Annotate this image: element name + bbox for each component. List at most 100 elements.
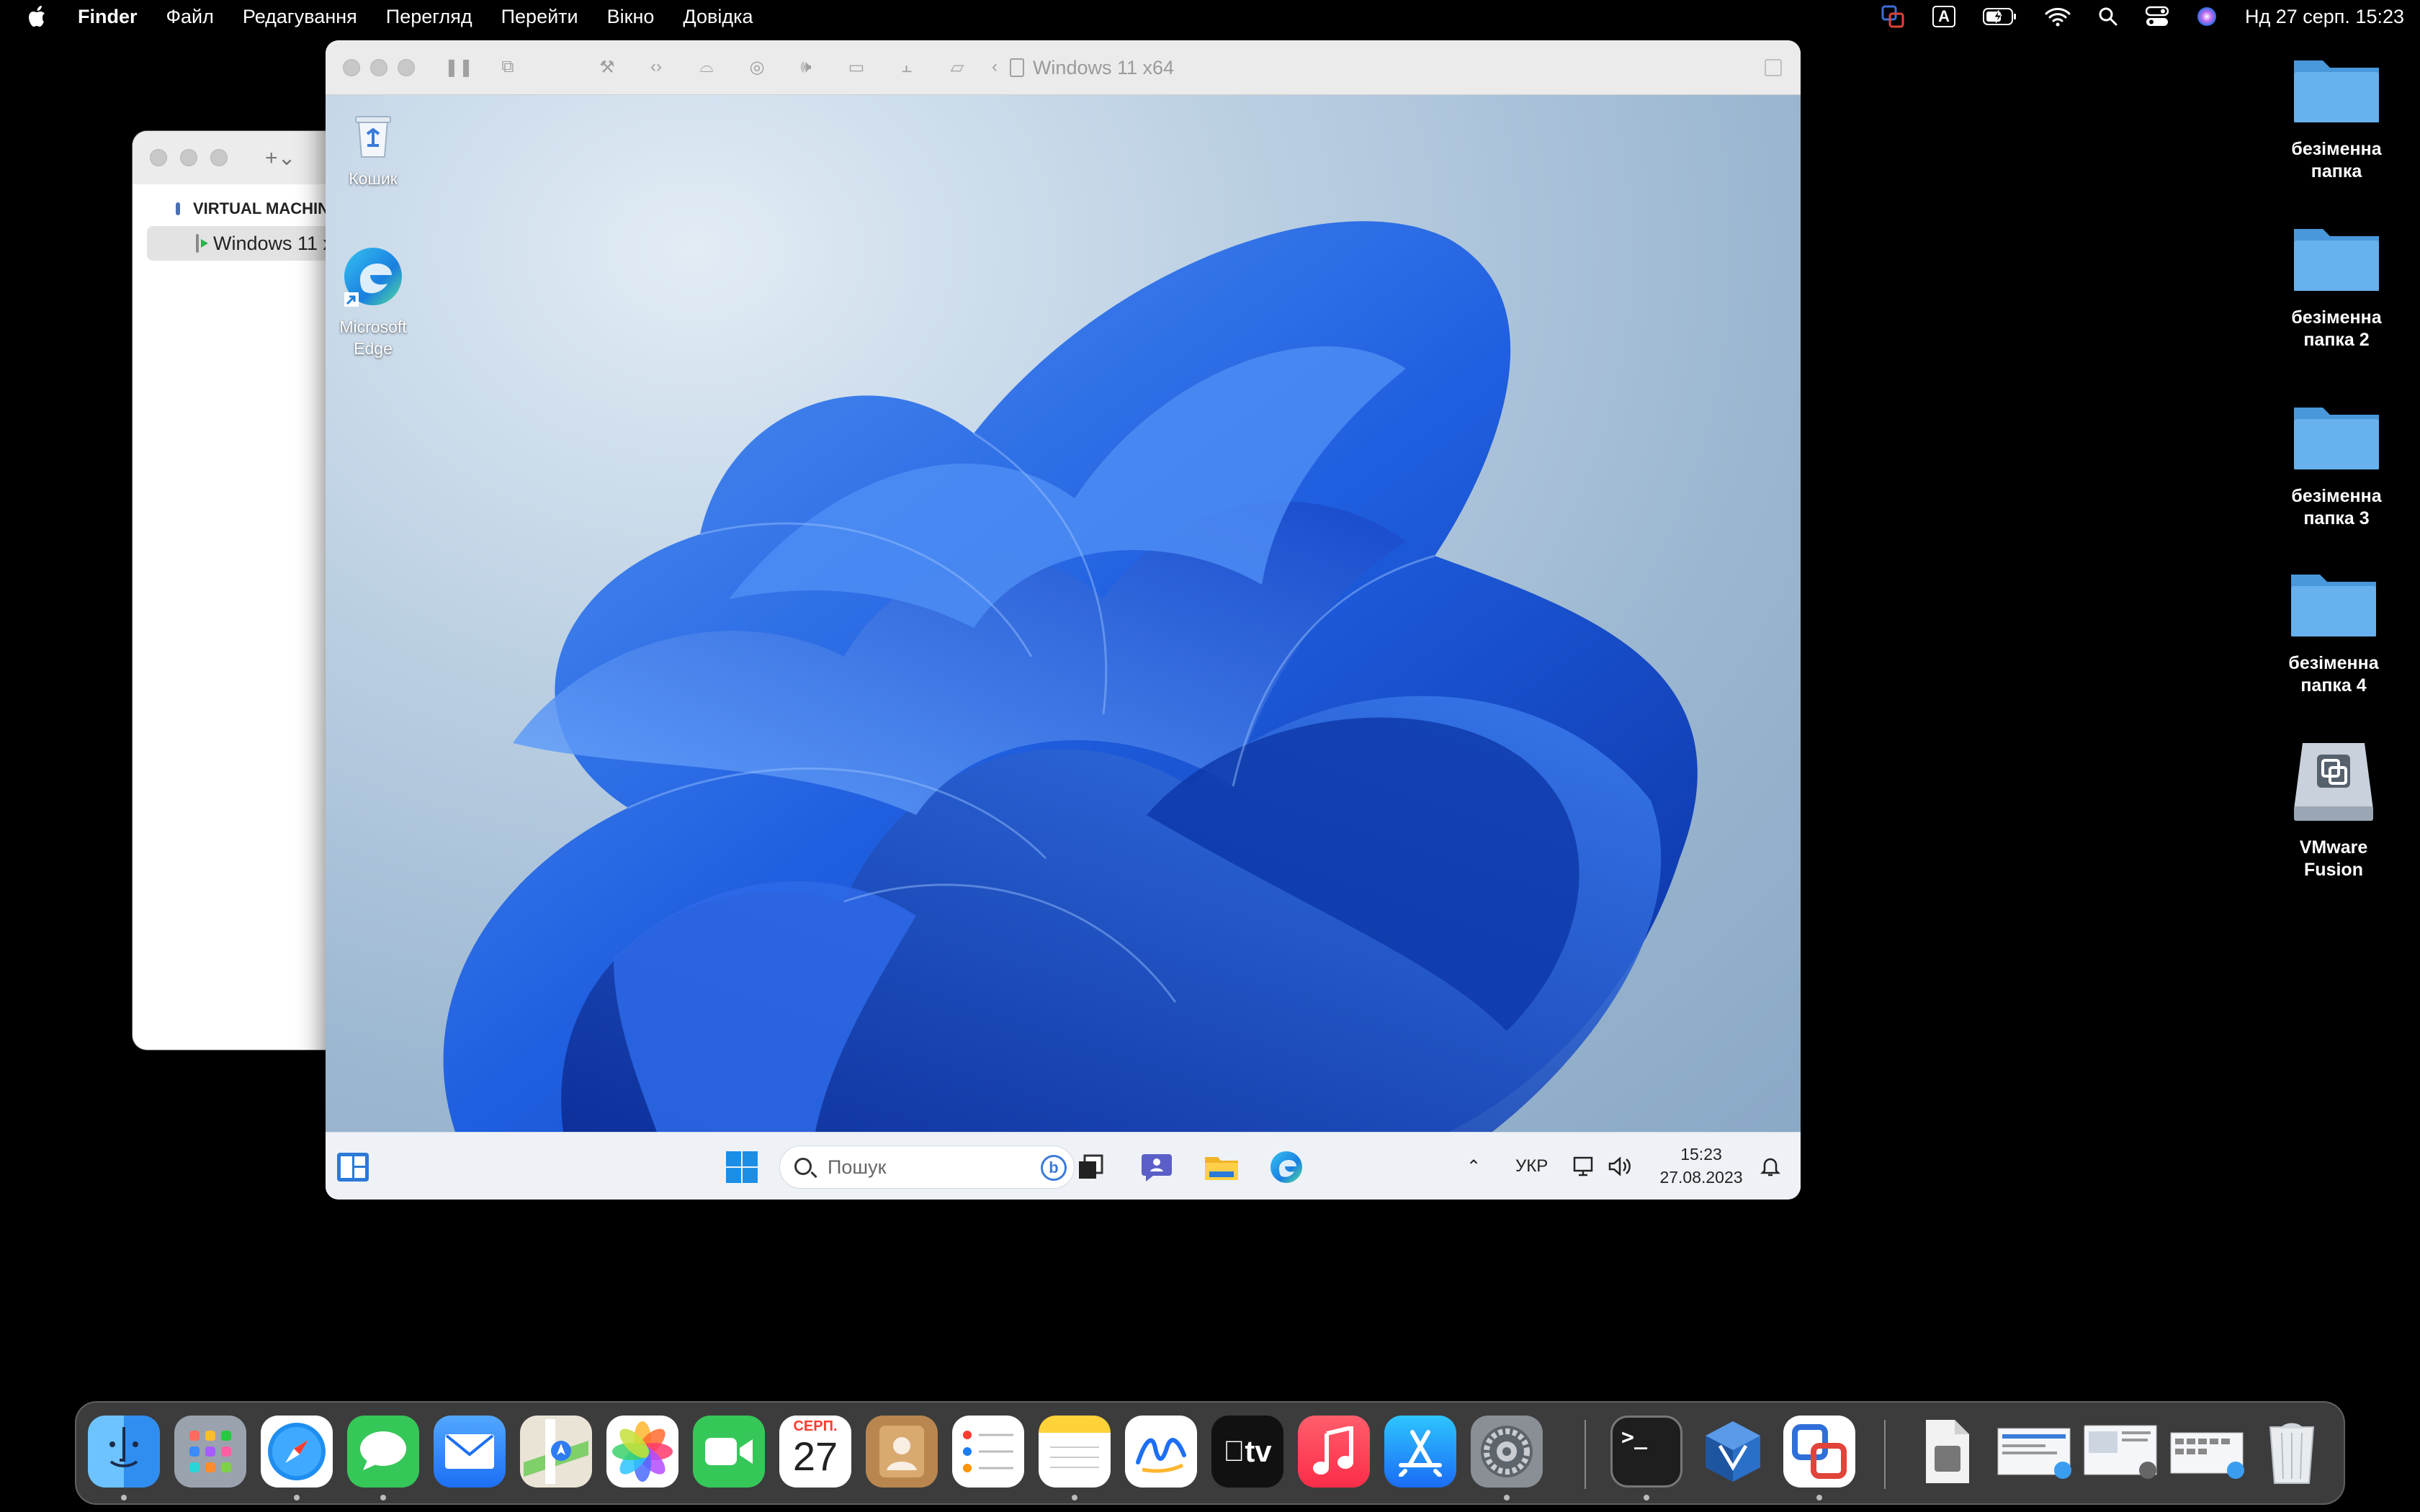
desktop-folder[interactable]: безіменна папка 4	[2269, 567, 2398, 697]
menu-help[interactable]: Довідка	[683, 6, 753, 28]
edge-taskbar-icon[interactable]	[1266, 1147, 1307, 1187]
video-camera-icon[interactable]: ▭	[844, 55, 869, 79]
windows-start-icon[interactable]	[722, 1147, 762, 1187]
teams-chat-icon[interactable]	[1137, 1147, 1177, 1187]
vm-window-title: Windows 11 x64	[326, 40, 1801, 95]
menu-finder[interactable]: Finder	[78, 6, 138, 28]
vmware-library-window: +⌄ VIRTUAL MACHINES Windows 11 x64	[133, 131, 349, 1050]
apple-tv-icon[interactable]: tv	[1211, 1416, 1283, 1488]
hard-disk-icon[interactable]: ⌓	[694, 55, 719, 79]
windows-taskbar: Пошук b ⌃ УКР 15:23 27.08.2023	[326, 1132, 1801, 1200]
windows-clock[interactable]: 15:23 27.08.2023	[1651, 1143, 1752, 1189]
desktop-folder[interactable]: безіменна папка	[2272, 53, 2401, 183]
bing-icon[interactable]: b	[1041, 1155, 1067, 1181]
screenshot-thumbnail-icon[interactable]	[2169, 1416, 2249, 1488]
spotlight-icon[interactable]	[2098, 6, 2118, 27]
windows-search-box[interactable]: Пошук b	[779, 1146, 1075, 1189]
input-source-icon[interactable]: A	[1932, 6, 1955, 27]
recycle-bin-icon	[355, 116, 391, 158]
desktop-folder[interactable]: безіменна папка 2	[2272, 222, 2401, 351]
vm-minimize-button[interactable]	[370, 59, 387, 76]
desktop-folder[interactable]: безіменна папка 3	[2272, 400, 2401, 530]
usb-icon[interactable]: ⫠	[895, 55, 919, 79]
contacts-icon[interactable]	[866, 1416, 938, 1488]
folder-icon	[2294, 60, 2379, 122]
menu-clock[interactable]: Нд 27 серп. 15:23	[2245, 6, 2404, 28]
photos-icon[interactable]	[606, 1416, 678, 1488]
sound-icon[interactable]: 🕪	[794, 55, 818, 79]
library-titlebar: +⌄	[133, 131, 349, 184]
maps-icon[interactable]	[520, 1416, 592, 1488]
add-vm-button[interactable]: +⌄	[265, 145, 296, 171]
close-button[interactable]	[150, 149, 167, 166]
file-explorer-icon[interactable]	[1201, 1147, 1242, 1187]
menu-go[interactable]: Перейти	[501, 6, 578, 28]
system-settings-icon[interactable]	[1471, 1416, 1543, 1488]
shared-folder-icon[interactable]: ▱	[945, 55, 969, 79]
edge-desktop-icon[interactable]: Microsoft Edge	[326, 242, 424, 359]
network-tray-icon[interactable]	[1572, 1133, 1596, 1200]
notes-icon[interactable]	[1039, 1416, 1111, 1488]
menu-bar: Finder Файл Редагування Перегляд Перейти…	[0, 0, 2420, 33]
library-section-header: VIRTUAL MACHINES	[133, 192, 349, 226]
launchpad-icon[interactable]	[174, 1416, 246, 1488]
language-indicator[interactable]: УКР	[1515, 1133, 1548, 1200]
vm-running-icon	[196, 234, 208, 253]
edge-icon	[344, 248, 402, 307]
vm-document-icon	[1009, 58, 1024, 77]
windows-desktop[interactable]: Кошик Microsoft Edge	[326, 95, 1801, 1132]
calendar-icon[interactable]: СЕРП. 27	[779, 1416, 851, 1488]
mail-icon[interactable]	[434, 1416, 506, 1488]
widgets-icon[interactable]	[333, 1147, 373, 1187]
folder-icon	[2294, 229, 2379, 291]
menu-view[interactable]: Перегляд	[386, 6, 472, 28]
vmware-status-icon[interactable]	[1881, 4, 1905, 29]
notification-bell-icon[interactable]	[1759, 1133, 1782, 1200]
task-view-icon[interactable]	[1070, 1147, 1111, 1187]
laptop-icon	[176, 202, 180, 215]
show-hidden-icons-icon[interactable]: ⌃	[1466, 1133, 1481, 1200]
menu-file[interactable]: Файл	[166, 6, 214, 28]
freeform-icon[interactable]	[1125, 1416, 1197, 1488]
menu-window[interactable]: Вікно	[607, 6, 655, 28]
settings-wrench-icon[interactable]: ⚒	[595, 55, 619, 79]
document-stack-icon[interactable]	[1910, 1416, 1982, 1488]
finder-icon[interactable]	[88, 1416, 160, 1488]
music-icon[interactable]	[1298, 1416, 1370, 1488]
windows-bloom-wallpaper	[443, 221, 1698, 1132]
reminders-icon[interactable]	[952, 1416, 1024, 1488]
chevron-left-icon[interactable]: ‹	[982, 55, 1007, 79]
library-vm-item[interactable]: Windows 11 x64	[147, 226, 334, 261]
camera-user-icon[interactable]: ◎	[745, 55, 769, 79]
screenshot-thumbnail-icon[interactable]	[2083, 1416, 2162, 1488]
zoom-button[interactable]	[210, 149, 228, 166]
menu-edit[interactable]: Редагування	[243, 6, 357, 28]
network-icon[interactable]: ‹›	[644, 55, 668, 79]
vm-toolbar: Windows 11 x64 ❚❚ ⧉ ⚒ ‹› ⌓ ◎ 🕪 ▭ ⫠ ▱ ‹	[326, 40, 1801, 95]
control-center-icon[interactable]	[2145, 6, 2169, 27]
battery-icon[interactable]	[1982, 7, 2017, 26]
recycle-bin-desktop-icon[interactable]: Кошик	[326, 105, 424, 189]
messages-icon[interactable]	[347, 1416, 419, 1488]
safari-icon[interactable]	[261, 1416, 333, 1488]
folder-icon	[2294, 408, 2379, 469]
wifi-icon[interactable]	[2045, 6, 2071, 27]
trash-icon[interactable]	[2256, 1416, 2328, 1488]
search-icon	[794, 1158, 812, 1175]
minimize-button[interactable]	[180, 149, 197, 166]
vm-zoom-button[interactable]	[398, 59, 415, 76]
virtualbox-icon[interactable]	[1697, 1416, 1769, 1488]
vm-close-button[interactable]	[343, 59, 360, 76]
fullscreen-icon[interactable]	[1765, 59, 1782, 76]
snapshot-icon[interactable]: ⧉	[496, 55, 520, 79]
suspend-icon[interactable]: ❚❚	[444, 55, 473, 79]
vmware-fusion-icon[interactable]	[1783, 1416, 1855, 1488]
facetime-icon[interactable]	[693, 1416, 765, 1488]
vmware-fusion-drive[interactable]: VMware Fusion	[2269, 740, 2398, 881]
app-store-icon[interactable]	[1384, 1416, 1456, 1488]
apple-menu-icon[interactable]	[27, 4, 49, 29]
volume-tray-icon[interactable]	[1608, 1133, 1632, 1200]
siri-icon[interactable]	[2196, 6, 2218, 27]
terminal-icon[interactable]: >_	[1610, 1416, 1682, 1488]
screenshot-thumbnail-icon[interactable]	[1996, 1416, 2076, 1488]
